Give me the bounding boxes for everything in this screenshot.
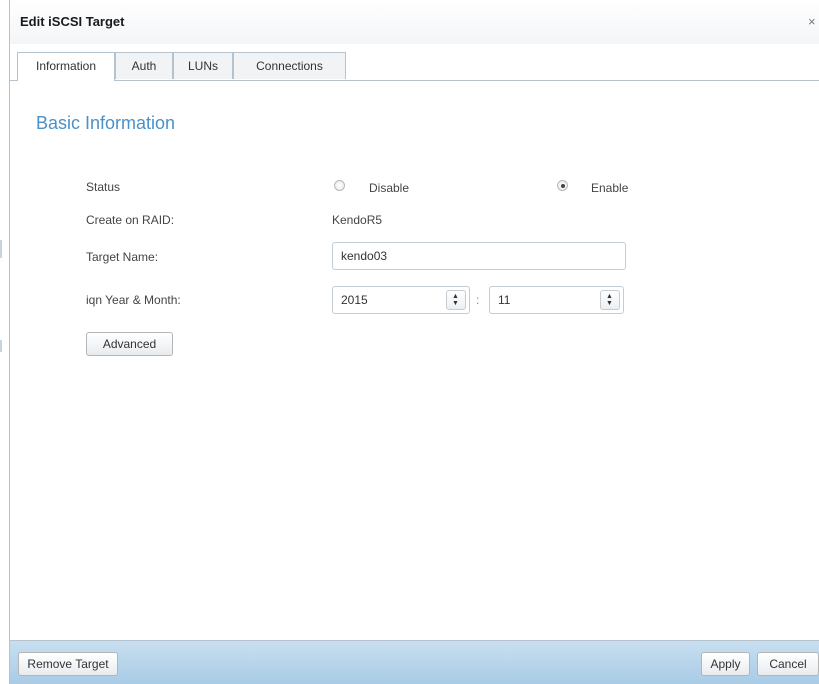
iqn-year-value: 2015 [341, 293, 368, 307]
iqn-label: iqn Year & Month: [86, 293, 181, 307]
background-mark [0, 240, 2, 258]
status-enable-radio[interactable] [557, 180, 568, 191]
dialog-titlebar: Edit iSCSI Target × [10, 0, 819, 44]
background-edge [0, 0, 9, 684]
background-mark [0, 340, 2, 352]
target-name-input[interactable]: kendo03 [332, 242, 626, 270]
status-enable-label[interactable]: Enable [591, 181, 628, 195]
cancel-button[interactable]: Cancel [757, 652, 819, 676]
dialog-footer: Remove Target Apply Cancel [10, 641, 819, 684]
edit-iscsi-target-dialog: Edit iSCSI Target × Information Auth LUN… [9, 0, 819, 684]
month-spin-buttons[interactable]: ▲ ▼ [600, 290, 620, 310]
tab-auth[interactable]: Auth [115, 52, 173, 79]
tab-strip: Information Auth LUNs Connections [10, 44, 819, 81]
advanced-button[interactable]: Advanced [86, 332, 173, 356]
iqn-month-value: 11 [498, 293, 511, 307]
status-label: Status [86, 180, 121, 194]
close-icon[interactable]: × [808, 14, 816, 29]
spin-down-icon[interactable]: ▼ [452, 300, 459, 308]
raid-label: Create on RAID: [86, 213, 175, 227]
year-spin-buttons[interactable]: ▲ ▼ [446, 290, 466, 310]
tab-information[interactable]: Information [17, 52, 115, 81]
target-name-label: Target Name: [86, 250, 159, 264]
dialog-title: Edit iSCSI Target [20, 14, 125, 29]
radio-selected-dot [560, 183, 565, 188]
apply-button[interactable]: Apply [701, 652, 750, 676]
status-disable-label[interactable]: Disable [369, 181, 409, 195]
iqn-month-stepper[interactable]: 11 ▲ ▼ [489, 286, 624, 314]
remove-target-button[interactable]: Remove Target [18, 652, 118, 676]
raid-value: KendoR5 [332, 213, 383, 227]
tab-luns[interactable]: LUNs [173, 52, 233, 79]
iqn-separator: : [476, 293, 480, 307]
status-disable-radio[interactable] [334, 180, 345, 191]
iqn-year-stepper[interactable]: 2015 ▲ ▼ [332, 286, 470, 314]
tab-connections[interactable]: Connections [233, 52, 346, 79]
spin-down-icon[interactable]: ▼ [606, 300, 613, 308]
section-title: Basic Information [36, 113, 176, 133]
